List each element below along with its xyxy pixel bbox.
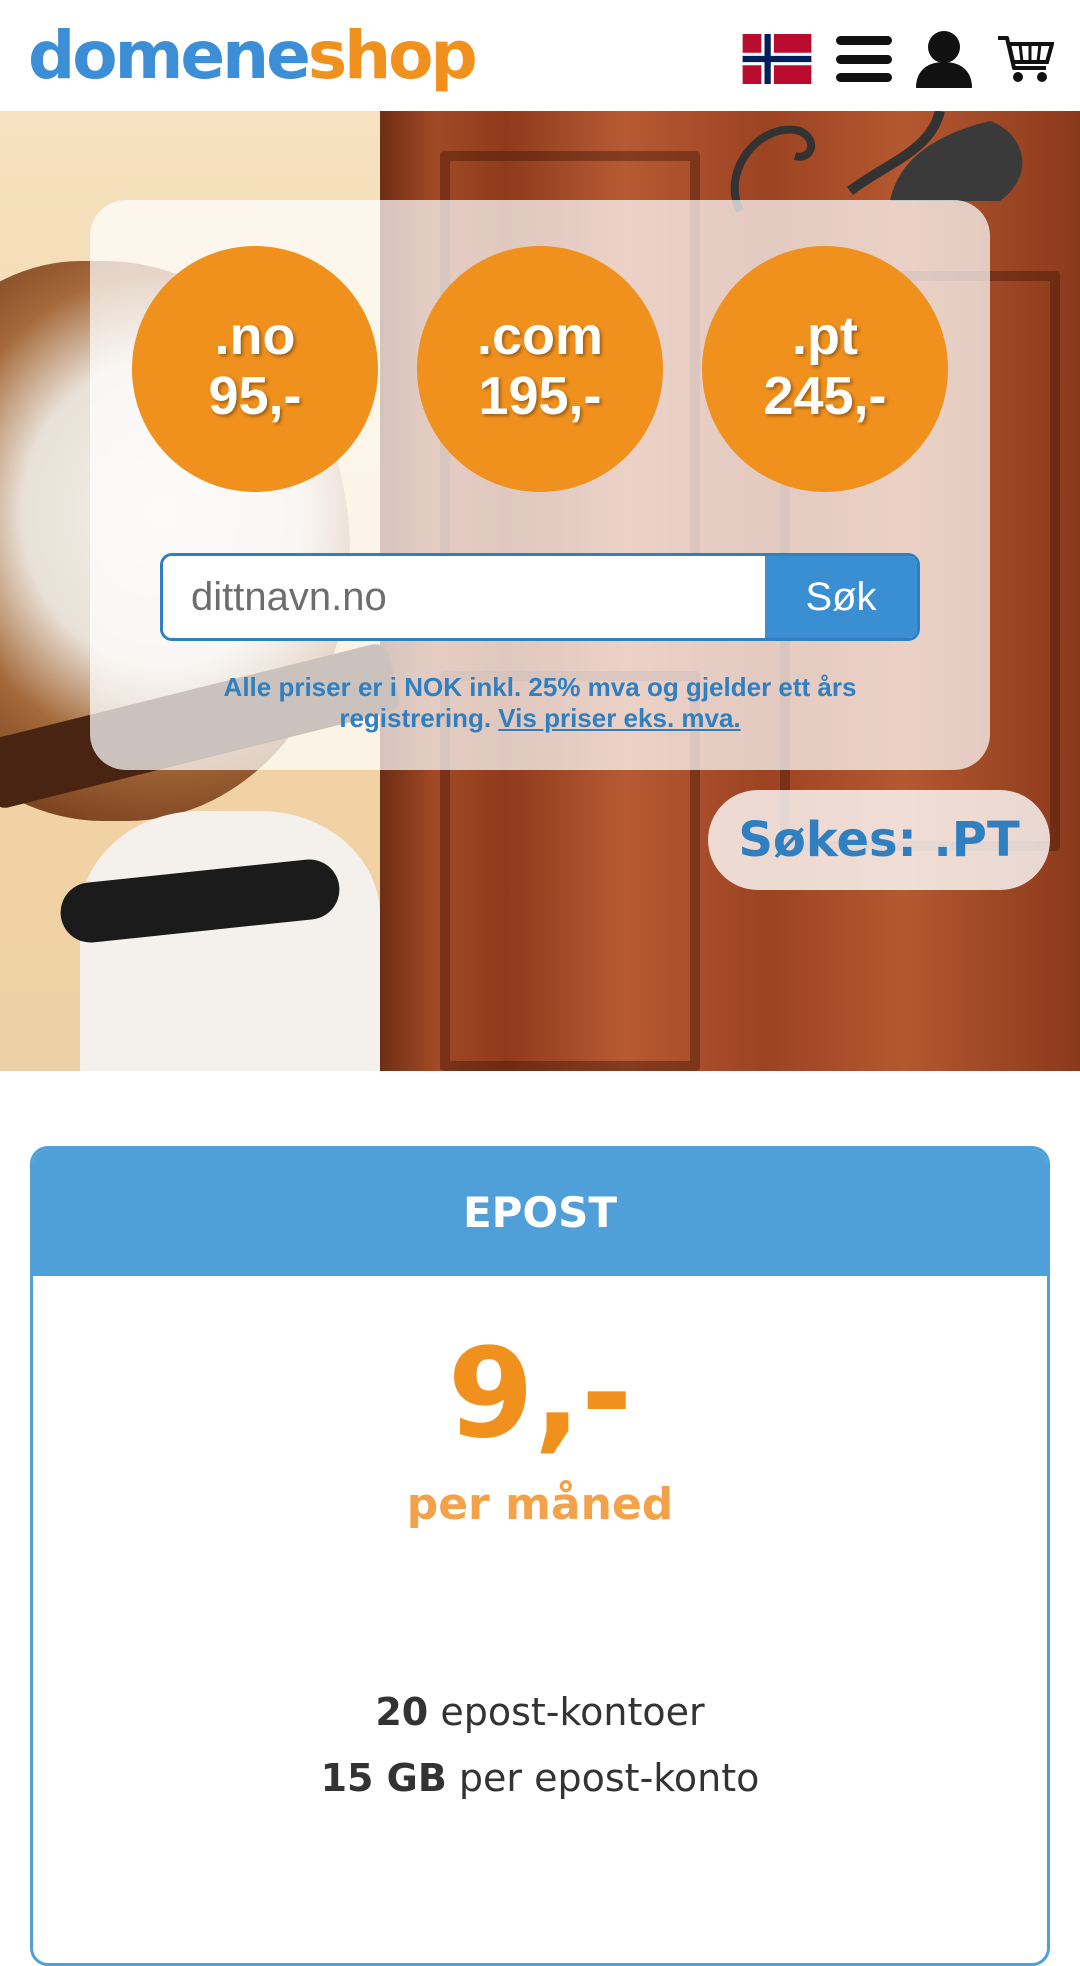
tld-price: 95,- <box>208 366 302 426</box>
card-price: 9,- <box>447 1322 633 1466</box>
logo-text-domene: domene <box>28 17 311 94</box>
cart-icon[interactable] <box>996 34 1054 84</box>
tld-price: 245,- <box>763 366 887 426</box>
card-feature-list: 20 epost-kontoer 15 GB per epost-konto <box>33 1679 1047 1811</box>
norway-flag-icon[interactable] <box>740 34 814 84</box>
feature-item: 20 epost-kontoer <box>33 1679 1047 1745</box>
dog-body-image <box>80 811 380 1071</box>
tld-name: .pt <box>792 306 858 366</box>
header-icons <box>740 28 1054 90</box>
show-prices-ex-vat-link[interactable]: Vis priser eks. mva. <box>498 703 740 733</box>
user-icon[interactable] <box>914 30 974 88</box>
tld-price-bubble-com[interactable]: .com 195,- <box>417 246 663 492</box>
searched-tld-badge[interactable]: Søkes: .PT <box>708 790 1050 890</box>
feature-text: epost-kontoer <box>440 1690 705 1734</box>
epost-product-card[interactable]: EPOST 9,- per måned 20 epost-kontoer 15 … <box>30 1146 1050 1966</box>
logo-text-shop: shop <box>307 17 478 94</box>
domain-search-form: Søk <box>160 553 920 641</box>
tld-name: .no <box>214 306 296 366</box>
tld-price-bubble-pt[interactable]: .pt 245,- <box>702 246 948 492</box>
feature-text: per epost-konto <box>458 1756 760 1800</box>
feature-value: 20 <box>375 1690 429 1734</box>
card-title: EPOST <box>33 1149 1047 1276</box>
domain-search-input[interactable] <box>163 556 765 638</box>
feature-value: 15 GB <box>320 1756 447 1800</box>
price-info-text: Alle priser er i NOK inkl. 25% mva og gj… <box>160 672 920 734</box>
search-button[interactable]: Søk <box>765 556 917 638</box>
site-header: domeneshop <box>0 0 1080 111</box>
feature-item: 15 GB per epost-konto <box>33 1745 1047 1811</box>
tld-price-bubble-no[interactable]: .no 95,- <box>132 246 378 492</box>
domeneshop-logo[interactable]: domeneshop <box>28 16 478 96</box>
tld-name: .com <box>476 306 604 366</box>
menu-icon[interactable] <box>836 36 892 82</box>
tld-price: 195,- <box>478 366 602 426</box>
card-period: per måned <box>406 1479 674 1530</box>
